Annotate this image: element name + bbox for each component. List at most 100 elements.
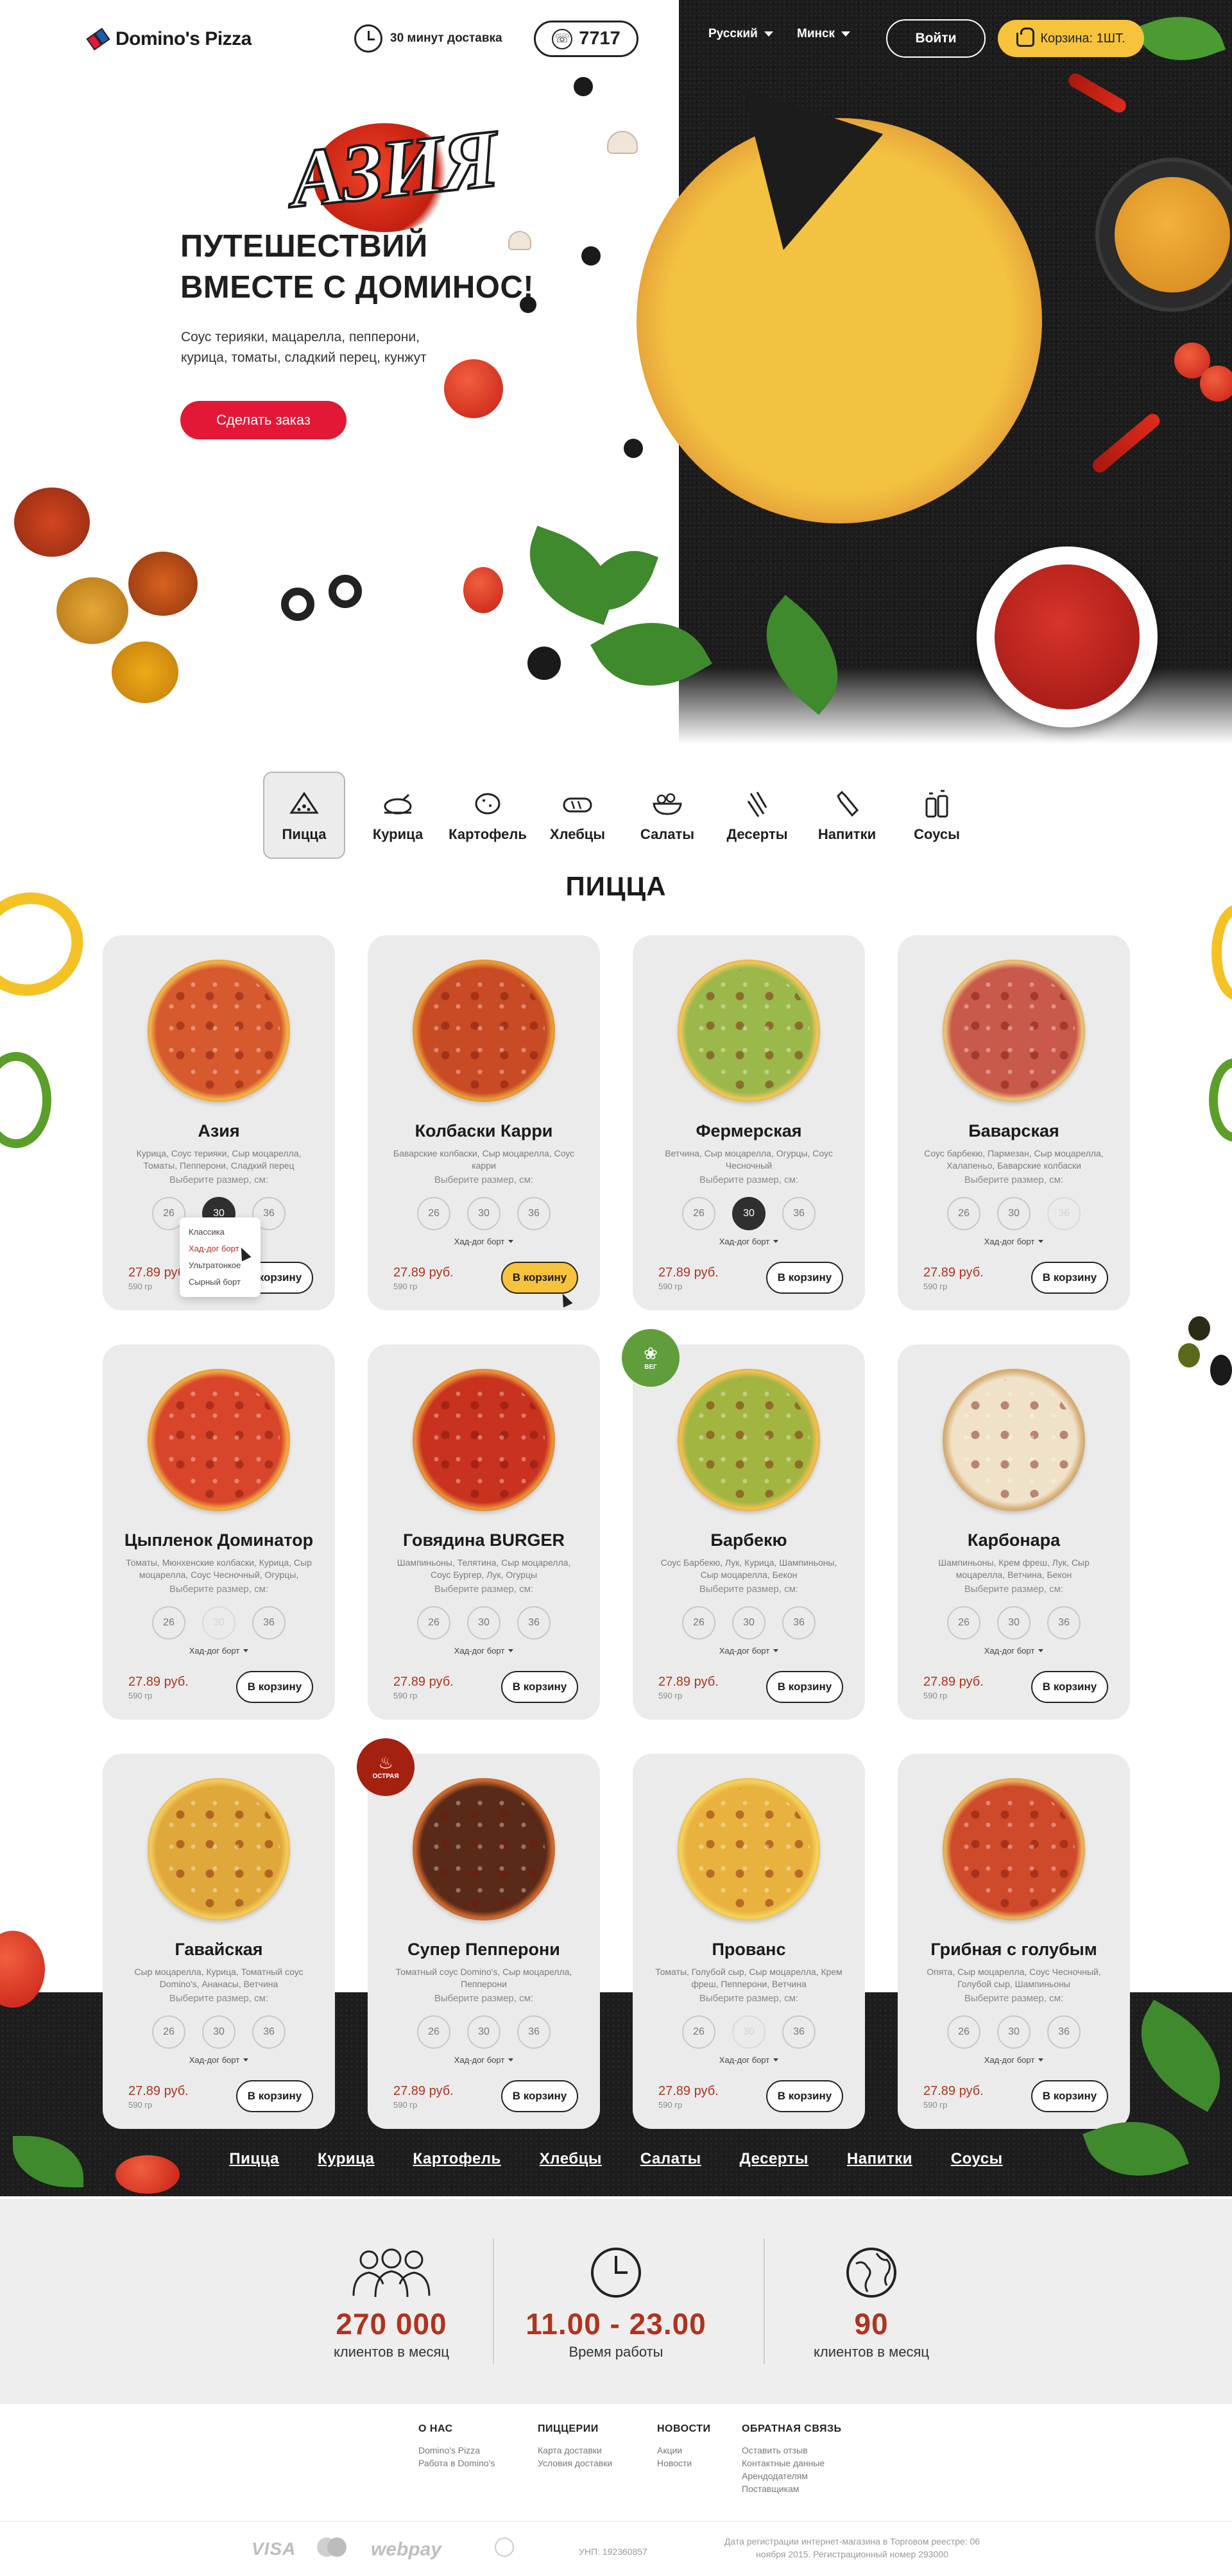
- cart-button[interactable]: Корзина: 1ШТ.: [998, 20, 1144, 57]
- size-option-26[interactable]: 26: [947, 1606, 980, 1640]
- pizza-image[interactable]: [943, 1369, 1085, 1511]
- tab-potato[interactable]: Картофель: [443, 772, 533, 859]
- size-option-30[interactable]: 30: [202, 1606, 235, 1640]
- add-to-cart-button[interactable]: В корзину: [501, 2080, 578, 2112]
- add-to-cart-button[interactable]: В корзину: [1031, 1262, 1108, 1294]
- crust-dropdown[interactable]: Хад-дог борт: [984, 1237, 1044, 1246]
- pizza-image[interactable]: [413, 960, 555, 1102]
- size-option-30[interactable]: 30: [467, 1606, 501, 1640]
- pizza-image[interactable]: [148, 1369, 290, 1511]
- size-option-26[interactable]: 26: [152, 2015, 185, 2049]
- footer-link[interactable]: Поставщикам: [742, 2482, 842, 2495]
- tab-sauces[interactable]: Соусы: [892, 772, 982, 859]
- size-option-30[interactable]: 30: [467, 1197, 501, 1230]
- size-option-30[interactable]: 30: [732, 2015, 766, 2049]
- add-to-cart-button[interactable]: В корзину: [766, 1671, 843, 1703]
- size-option-26[interactable]: 26: [682, 1606, 715, 1640]
- footer-link[interactable]: Оставить отзыв: [742, 2444, 842, 2457]
- crust-dropdown[interactable]: Хад-дог борт: [189, 1646, 249, 1656]
- tab-drinks[interactable]: Напитки: [802, 772, 892, 859]
- bottom-nav-link[interactable]: Пицца: [229, 2150, 279, 2176]
- crust-dropdown[interactable]: Хад-дог борт: [719, 1646, 779, 1656]
- add-to-cart-button[interactable]: В корзину: [1031, 2080, 1108, 2112]
- footer-link[interactable]: Арендодателям: [742, 2470, 842, 2482]
- logo[interactable]: Domino's Pizza: [86, 28, 252, 51]
- pizza-image[interactable]: [678, 1778, 820, 1920]
- size-option-30[interactable]: 30: [732, 1606, 766, 1640]
- bottom-nav-link[interactable]: Курица: [318, 2150, 375, 2176]
- footer-link[interactable]: Акции: [657, 2444, 711, 2457]
- add-to-cart-button[interactable]: В корзину: [501, 1671, 578, 1703]
- crust-dropdown[interactable]: Хад-дог борт: [189, 2055, 249, 2065]
- size-option-26[interactable]: 26: [417, 1197, 450, 1230]
- size-option-36[interactable]: 36: [517, 1606, 551, 1640]
- tab-dessert[interactable]: Десерты: [712, 772, 802, 859]
- footer-link[interactable]: Карта доставки: [538, 2444, 612, 2457]
- footer-link[interactable]: Domino's Pizza: [418, 2444, 495, 2457]
- size-option-26[interactable]: 26: [947, 1197, 980, 1230]
- crust-dropdown[interactable]: Хад-дог борт: [984, 2055, 1044, 2065]
- size-option-36[interactable]: 36: [252, 2015, 286, 2049]
- order-now-button[interactable]: Сделать заказ: [180, 401, 346, 439]
- tab-pizza[interactable]: Пицца: [263, 772, 345, 859]
- size-option-30[interactable]: 30: [997, 1606, 1031, 1640]
- tab-chicken[interactable]: Курица: [353, 772, 443, 859]
- pizza-image[interactable]: [678, 1369, 820, 1511]
- tab-salad[interactable]: Салаты: [622, 772, 712, 859]
- city-dropdown[interactable]: Минск: [797, 27, 851, 41]
- tab-bread[interactable]: Хлебцы: [533, 772, 622, 859]
- add-to-cart-button[interactable]: В корзину: [766, 1262, 843, 1294]
- size-option-36[interactable]: 36: [517, 1197, 551, 1230]
- pizza-image[interactable]: [943, 960, 1085, 1102]
- size-option-36[interactable]: 36: [782, 1606, 816, 1640]
- footer-link[interactable]: Работа в Domino's: [418, 2457, 495, 2470]
- pizza-image[interactable]: [678, 960, 820, 1102]
- size-option-36[interactable]: 36: [252, 1606, 286, 1640]
- size-option-30[interactable]: 30: [997, 2015, 1031, 2049]
- crust-option[interactable]: Классика: [189, 1224, 252, 1241]
- size-option-26[interactable]: 26: [417, 2015, 450, 2049]
- pizza-image[interactable]: [943, 1778, 1085, 1920]
- size-option-30[interactable]: 30: [467, 2015, 501, 2049]
- add-to-cart-button[interactable]: В корзину: [236, 2080, 313, 2112]
- bottom-nav-link[interactable]: Хлебцы: [540, 2150, 602, 2176]
- size-option-36[interactable]: 36: [1047, 1197, 1081, 1230]
- crust-option[interactable]: Сырный борт: [189, 1274, 252, 1291]
- size-option-30[interactable]: 30: [997, 1197, 1031, 1230]
- pizza-image[interactable]: [148, 960, 290, 1102]
- crust-dropdown[interactable]: Хад-дог борт: [719, 2055, 779, 2065]
- add-to-cart-button[interactable]: В корзину: [501, 1262, 578, 1294]
- size-option-36[interactable]: 36: [1047, 1606, 1081, 1640]
- pizza-image[interactable]: [413, 1369, 555, 1511]
- size-option-36[interactable]: 36: [517, 2015, 551, 2049]
- add-to-cart-button[interactable]: В корзину: [1031, 1671, 1108, 1703]
- login-button[interactable]: Войти: [886, 19, 986, 58]
- size-option-26[interactable]: 26: [152, 1606, 185, 1640]
- pizza-image[interactable]: [148, 1778, 290, 1920]
- footer-link[interactable]: Условия доставки: [538, 2457, 612, 2470]
- bottom-nav-link[interactable]: Картофель: [413, 2150, 501, 2176]
- size-option-36[interactable]: 36: [782, 2015, 816, 2049]
- bottom-nav-link[interactable]: Соусы: [951, 2150, 1003, 2176]
- size-option-26[interactable]: 26: [682, 1197, 715, 1230]
- add-to-cart-button[interactable]: В корзину: [766, 2080, 843, 2112]
- footer-link[interactable]: Новости: [657, 2457, 711, 2470]
- bottom-nav-link[interactable]: Салаты: [640, 2150, 701, 2176]
- size-option-30[interactable]: 30: [202, 2015, 235, 2049]
- size-option-30[interactable]: 30: [732, 1197, 766, 1230]
- language-dropdown[interactable]: Русский: [708, 27, 773, 41]
- size-option-36[interactable]: 36: [782, 1197, 816, 1230]
- pizza-image[interactable]: [413, 1778, 555, 1920]
- crust-dropdown[interactable]: Хад-дог борт: [454, 1237, 514, 1246]
- footer-link[interactable]: Контактные данные: [742, 2457, 842, 2470]
- crust-dropdown[interactable]: Хад-дог борт: [984, 1646, 1044, 1656]
- crust-dropdown[interactable]: Хад-дог борт: [719, 1237, 779, 1246]
- bottom-nav-link[interactable]: Десерты: [740, 2150, 809, 2176]
- size-option-26[interactable]: 26: [417, 1606, 450, 1640]
- bottom-nav-link[interactable]: Напитки: [847, 2150, 912, 2176]
- size-option-26[interactable]: 26: [682, 2015, 715, 2049]
- phone-button[interactable]: ☏ 7717: [534, 21, 638, 57]
- size-option-26[interactable]: 26: [947, 2015, 980, 2049]
- crust-dropdown[interactable]: Хад-дог борт: [454, 1646, 514, 1656]
- add-to-cart-button[interactable]: В корзину: [236, 1671, 313, 1703]
